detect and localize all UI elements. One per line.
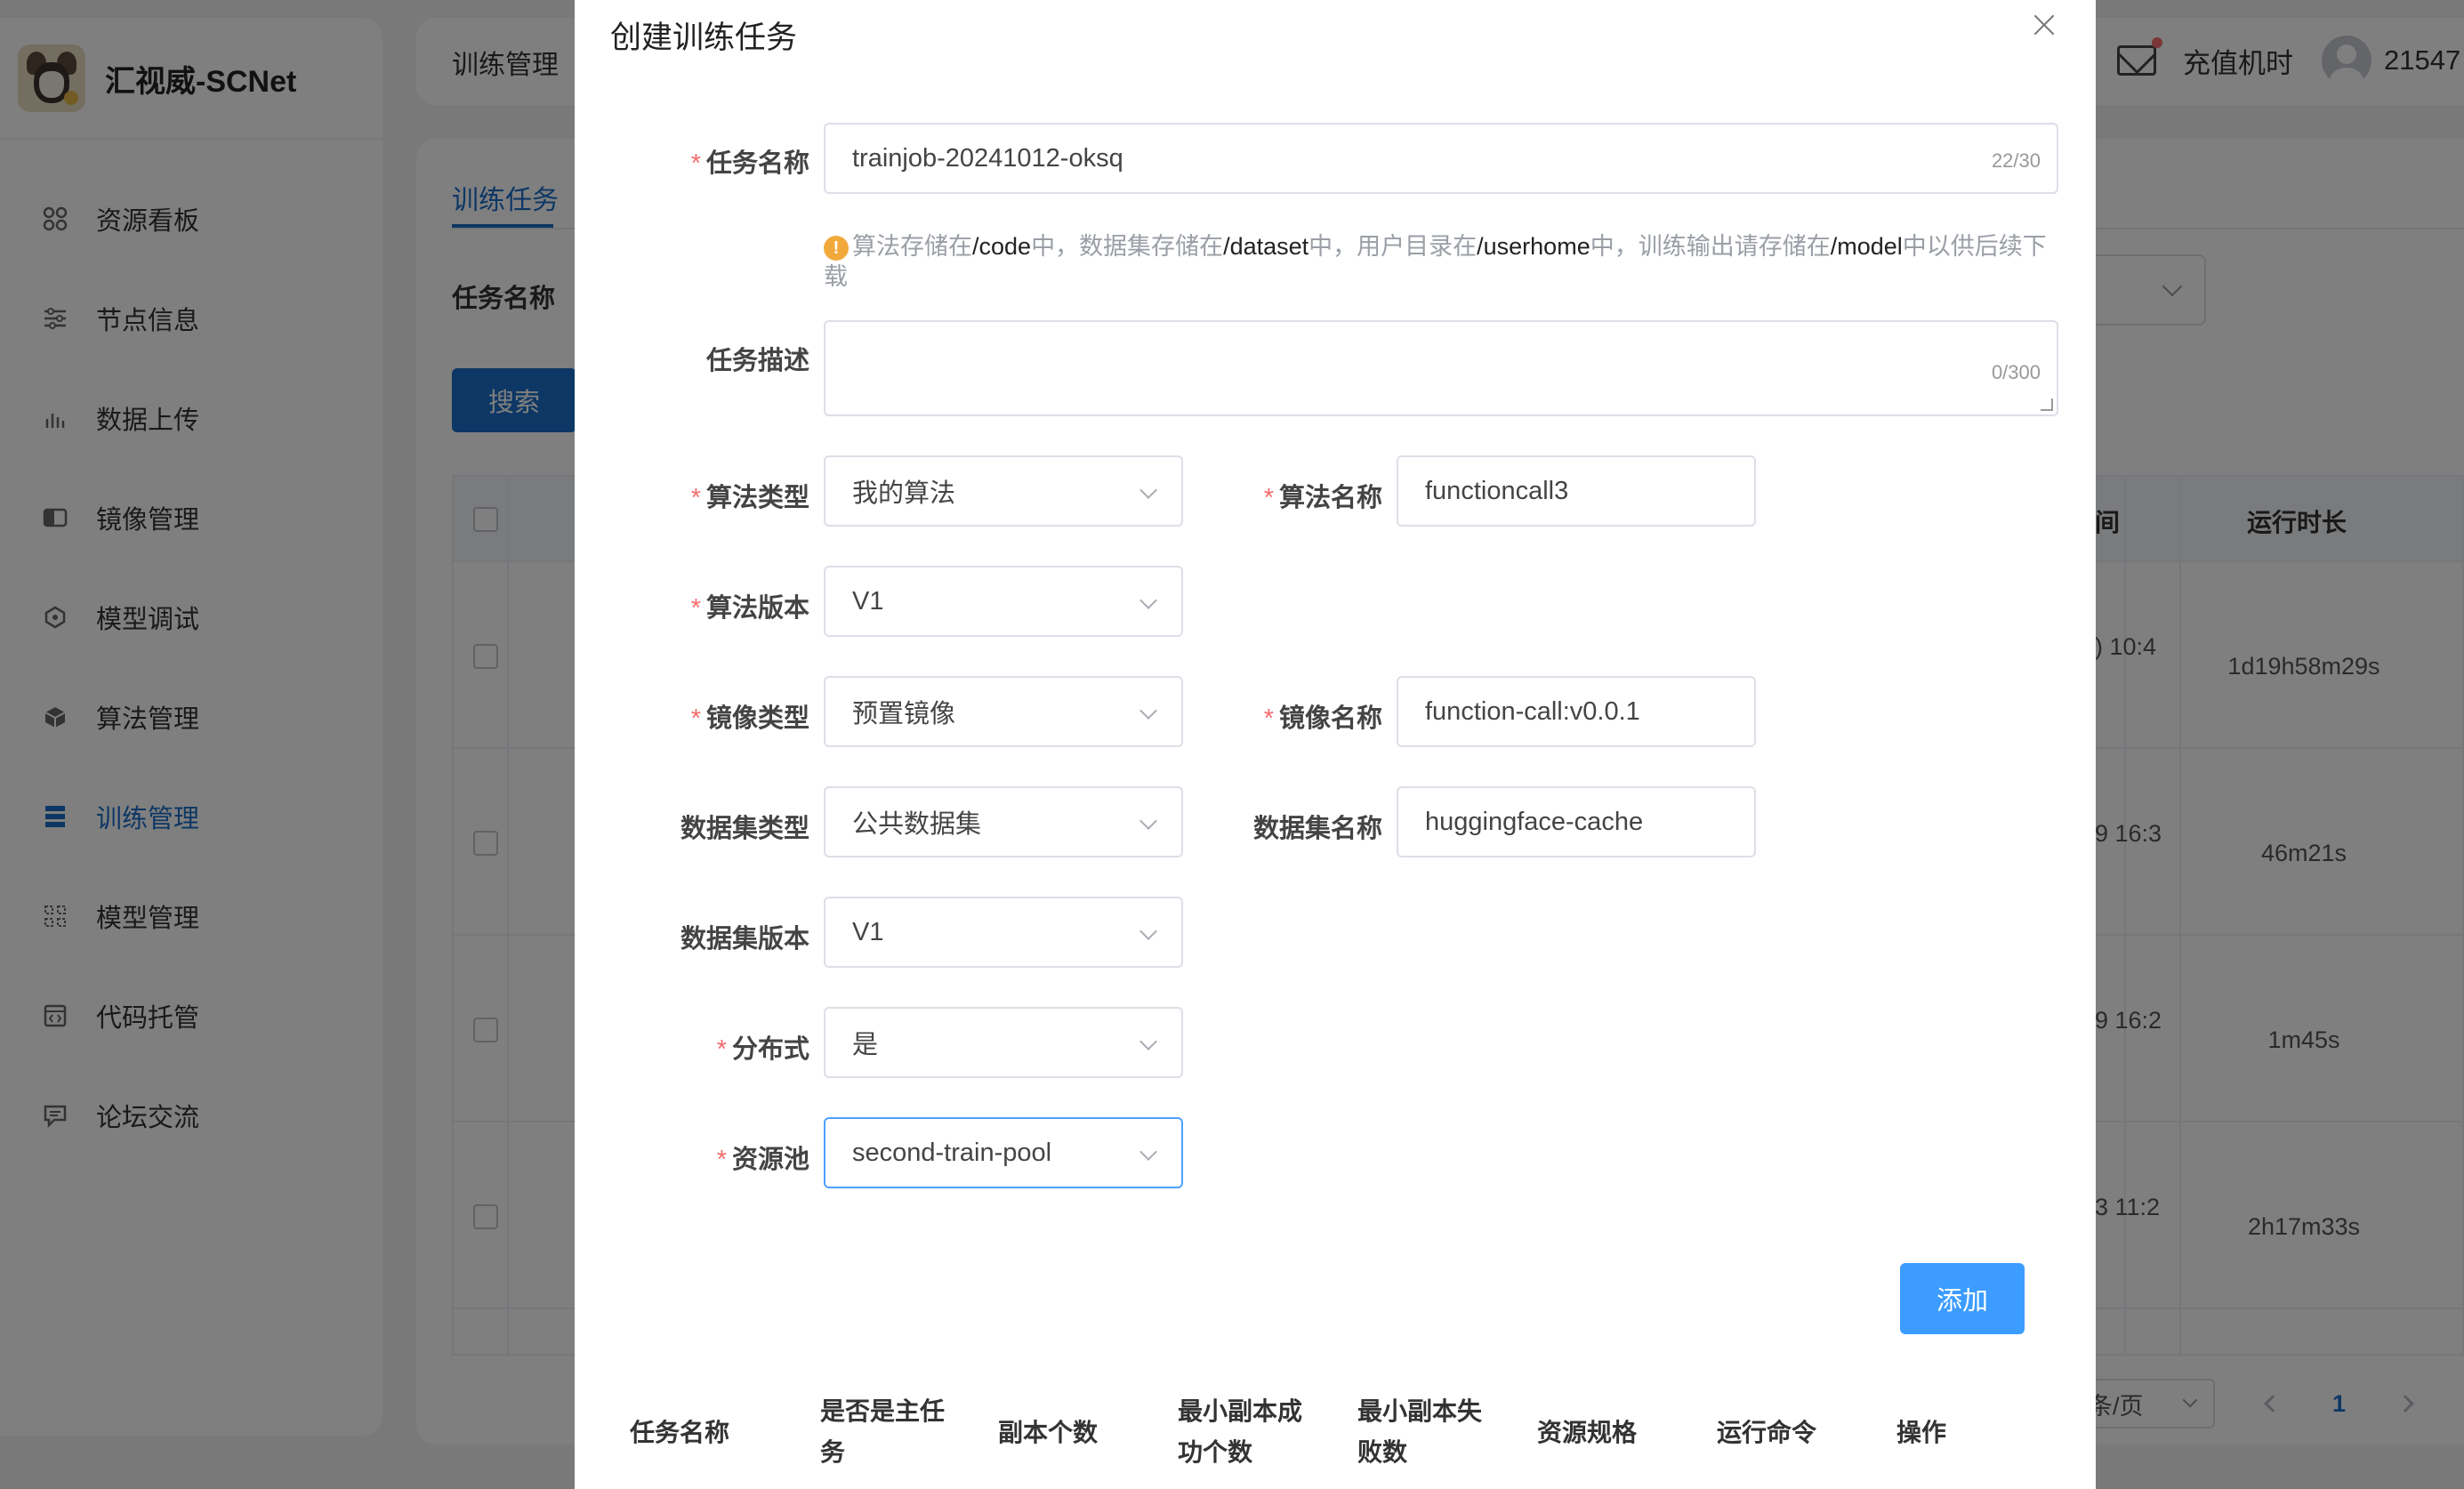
algo-name-input[interactable]: functioncall3 (1397, 455, 1756, 527)
subtable-header-is-main: 是否是主任务 (820, 1397, 946, 1466)
chevron-down-icon (1139, 1033, 1157, 1050)
chevron-down-icon (1139, 481, 1157, 499)
chevron-down-icon (1139, 922, 1157, 940)
task-name-count: 22/30 (1991, 149, 2041, 172)
dataset-name-input[interactable]: huggingface-cache (1397, 786, 1756, 857)
algo-type-value: 我的算法 (852, 479, 956, 508)
resource-pool-select[interactable]: second-train-pool (824, 1117, 1183, 1188)
distributed-label: * 分布式 (716, 1035, 809, 1064)
chevron-down-icon (1139, 812, 1157, 830)
image-name-input[interactable]: function-call:v0.0.1 (1397, 676, 1756, 747)
task-name-value: trainjob-20241012-oksq (852, 143, 1123, 173)
task-desc-textarea[interactable]: 0/300 (824, 320, 2058, 416)
dataset-type-label: 数据集类型 (680, 815, 809, 843)
algo-type-select[interactable]: 我的算法 (824, 455, 1183, 527)
task-desc-count: 0/300 (1991, 361, 2041, 383)
resource-pool-label: * 资源池 (716, 1146, 809, 1174)
image-type-value: 预置镜像 (852, 700, 956, 728)
dataset-name-label: 数据集名称 (1252, 815, 1382, 843)
subtable-header-min-failed: 最小副本失 败数 (1357, 1397, 1483, 1466)
task-desc-label: 任务描述 (705, 347, 809, 375)
resize-handle-icon[interactable] (2041, 398, 2053, 411)
algo-name-value: functioncall3 (1425, 476, 1569, 505)
subtable-header-replicas: 副本个数 (998, 1419, 1099, 1446)
dataset-version-label: 数据集版本 (680, 925, 809, 954)
algo-version-select[interactable]: V1 (824, 566, 1183, 637)
chevron-down-icon (1139, 592, 1157, 609)
resource-pool-value: second-train-pool (852, 1138, 1052, 1167)
add-task-button[interactable]: 添加 (1900, 1263, 2025, 1334)
image-type-select[interactable]: 预置镜像 (824, 676, 1183, 747)
subtable-header-actions: 操作 (1896, 1419, 1947, 1446)
subtable-header-min-success: 最小副本成 功个数 (1178, 1397, 1303, 1466)
create-training-job-dialog: 创建训练任务 * 任务名称 trainjob-20241012-oksq 22/3… (575, 0, 2096, 1489)
subtable-header-task-name: 任务名称 (630, 1419, 730, 1446)
dataset-version-select[interactable]: V1 (824, 897, 1183, 968)
dataset-type-select[interactable]: 公共数据集 (824, 786, 1183, 857)
subtable-header-run-command: 运行命令 (1717, 1419, 1817, 1446)
algo-version-value: V1 (852, 586, 884, 616)
storage-tip: ! 算法存储在/code中，数据集存储在/dataset中，用户目录在/userh… (824, 233, 2047, 290)
subtable-header-resource-spec: 资源规格 (1537, 1419, 1638, 1446)
warning-icon: ! (824, 235, 849, 261)
dataset-name-value: huggingface-cache (1425, 807, 1644, 836)
image-name-label: * 镜像名称 (1263, 704, 1382, 733)
task-name-input[interactable]: trainjob-20241012-oksq 22/30 (824, 123, 2058, 194)
dialog-title: 创建训练任务 (610, 20, 798, 55)
distributed-value: 是 (852, 1031, 879, 1059)
distributed-select[interactable]: 是 (824, 1007, 1183, 1078)
algo-version-label: * 算法版本 (690, 594, 809, 623)
chevron-down-icon (1139, 702, 1157, 720)
chevron-down-icon (1139, 1143, 1157, 1161)
close-icon[interactable] (2032, 12, 2057, 37)
image-type-label: * 镜像类型 (690, 704, 809, 733)
task-name-label: * 任务名称 (690, 149, 809, 178)
dataset-version-value: V1 (852, 917, 884, 946)
algo-name-label: * 算法名称 (1263, 484, 1382, 512)
algo-type-label: * 算法类型 (690, 484, 809, 512)
image-name-value: function-call:v0.0.1 (1425, 696, 1640, 726)
dataset-type-value: 公共数据集 (852, 810, 982, 839)
